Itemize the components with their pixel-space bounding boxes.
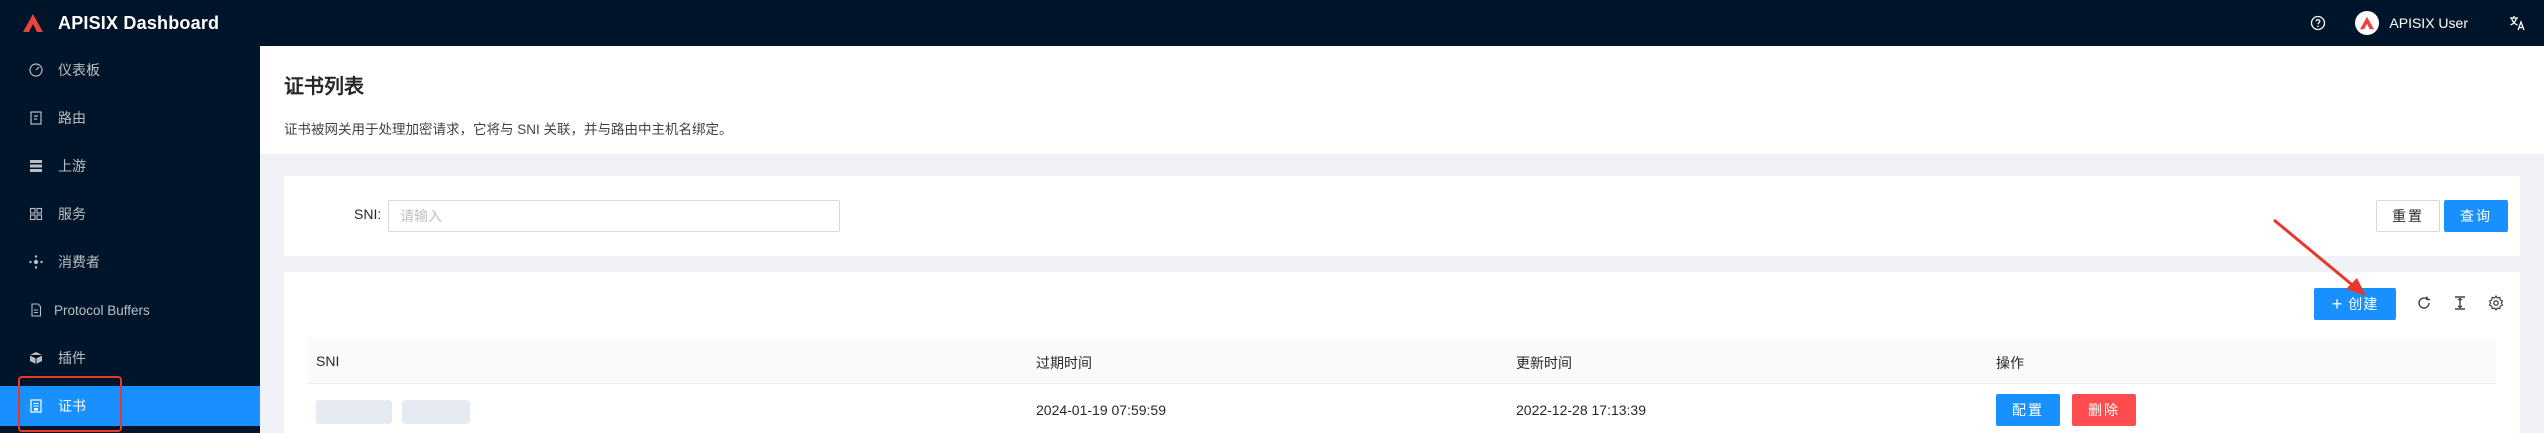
route-icon <box>28 110 44 126</box>
column-header-sni: SNI <box>316 353 340 369</box>
sidebar-item-upstream[interactable]: 上游 <box>0 146 260 186</box>
update-time-cell: 2022-12-28 17:13:39 <box>1516 402 1646 418</box>
sidebar-item-route[interactable]: 路由 <box>0 98 260 138</box>
translate-icon[interactable] <box>2508 14 2526 32</box>
search-form: SNI: 重置 查询 <box>284 176 2520 256</box>
top-header: APISIX Dashboard APISIX User <box>0 0 2544 46</box>
column-header-actions: 操作 <box>1996 355 2024 371</box>
delete-button[interactable]: 删除 <box>2072 394 2136 426</box>
table-row: 2024-01-19 07:59:59 2022-12-28 17:13:39 … <box>308 384 2496 433</box>
user-name: APISIX User <box>2389 15 2468 31</box>
sidebar: 仪表板 路由 上游 服务 消费者 Protocol Buffers 插件 证书 <box>0 46 260 433</box>
app-title: APISIX Dashboard <box>58 12 220 33</box>
sni-redacted <box>316 400 392 424</box>
query-button[interactable]: 查询 <box>2444 200 2508 232</box>
user-avatar-icon <box>2355 11 2380 35</box>
certificate-table-card: + 创建 SNI 过期时间 更新时间 操作 2024-01-19 07:59:5… <box>284 272 2520 433</box>
sni-label: SNI: <box>354 206 382 222</box>
service-icon <box>28 206 44 222</box>
column-height-icon[interactable] <box>2451 294 2469 312</box>
sidebar-item-label: 服务 <box>58 206 86 222</box>
consumer-icon <box>28 254 44 270</box>
expire-time-cell: 2024-01-19 07:59:59 <box>1036 402 1166 418</box>
sidebar-item-label: 插件 <box>58 350 86 366</box>
sidebar-item-label: 路由 <box>58 110 86 126</box>
sidebar-item-dashboard[interactable]: 仪表板 <box>0 50 260 90</box>
upstream-icon <box>28 158 44 174</box>
reload-icon[interactable] <box>2415 294 2433 312</box>
column-header-update-time: 更新时间 <box>1516 355 1572 371</box>
page-description: 证书被网关用于处理加密请求，它将与 SNI 关联，并与路由中主机名绑定。 <box>284 122 733 137</box>
sidebar-item-label: Protocol Buffers <box>54 302 150 318</box>
sidebar-item-certificate[interactable]: 证书 <box>0 386 260 426</box>
sni-search-input[interactable] <box>388 200 840 232</box>
sidebar-item-label: 消费者 <box>58 254 100 270</box>
annotation-arrow <box>2273 218 2366 296</box>
brand[interactable]: APISIX Dashboard <box>22 13 219 34</box>
sidebar-item-service[interactable]: 服务 <box>0 194 260 234</box>
setting-icon[interactable] <box>2487 294 2505 312</box>
sidebar-item-label: 证书 <box>58 398 86 414</box>
column-header-expire-time: 过期时间 <box>1036 355 1092 371</box>
sidebar-item-label: 仪表板 <box>58 62 100 78</box>
dashboard-icon <box>28 62 44 78</box>
sni-redacted <box>402 400 470 424</box>
page-header: 证书列表 证书被网关用于处理加密请求，它将与 SNI 关联，并与路由中主机名绑定… <box>260 46 2544 154</box>
file-icon <box>28 302 44 318</box>
sidebar-item-plugin[interactable]: 插件 <box>0 338 260 378</box>
table-header: SNI 过期时间 更新时间 操作 <box>308 338 2496 384</box>
page-title: 证书列表 <box>284 76 364 98</box>
plugin-icon <box>28 350 44 366</box>
sidebar-item-label: 上游 <box>58 158 86 174</box>
apisix-logo-icon <box>23 14 43 32</box>
question-circle-icon[interactable] <box>2309 14 2327 32</box>
sidebar-item-consumer[interactable]: 消费者 <box>0 242 260 282</box>
edit-button[interactable]: 配置 <box>1996 394 2060 426</box>
sidebar-item-protocol-buffers[interactable]: Protocol Buffers <box>0 290 260 330</box>
certificate-icon <box>28 398 44 414</box>
user-menu[interactable]: APISIX User <box>2355 11 2468 35</box>
